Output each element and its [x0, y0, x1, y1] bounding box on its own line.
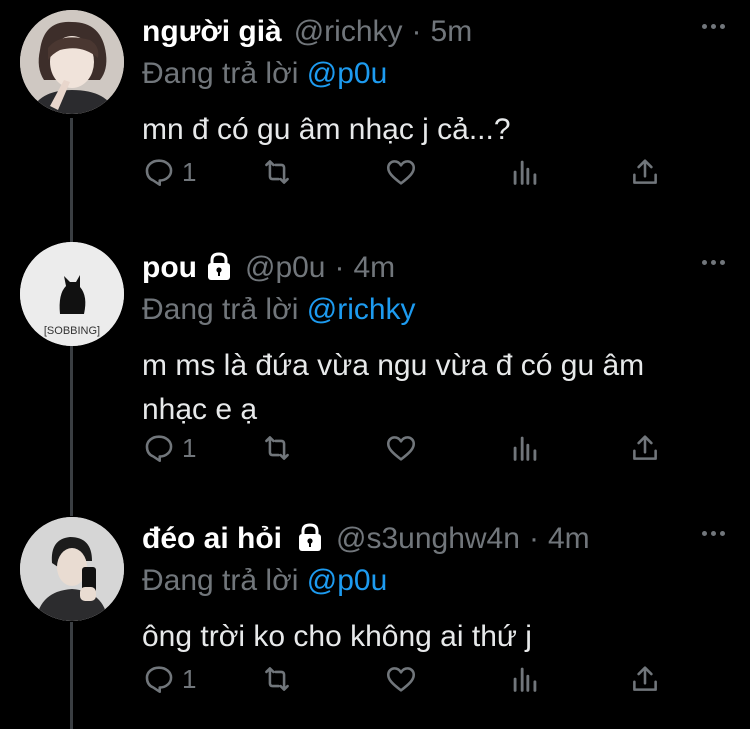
display-name[interactable]: người già	[142, 15, 282, 49]
tweet-text: m ms là đứa vừa ngu vừa đ có gu âm nhạc …	[142, 349, 645, 426]
analytics-button[interactable]	[508, 431, 542, 465]
separator-dot: ·	[411, 15, 422, 48]
timestamp[interactable]: 4m	[548, 522, 590, 556]
reply-prefix: Đang trả lời	[142, 57, 307, 90]
reply-icon	[145, 435, 173, 463]
share-button[interactable]	[628, 662, 662, 696]
like-button[interactable]	[384, 431, 418, 465]
display-name[interactable]: đéo ai hỏi	[142, 522, 282, 556]
separator-dot: ·	[528, 522, 539, 555]
separator-dot: ·	[334, 251, 345, 284]
tweet[interactable]: đéo ai hỏi @s3unghw4n · 4m Đang trả lời …	[0, 515, 750, 729]
reply-count: 1	[182, 156, 197, 187]
more-icon[interactable]	[696, 16, 730, 36]
tweet-text: mn đ có gu âm nhạc j cả...?	[142, 113, 511, 146]
display-name[interactable]: pou	[142, 251, 197, 285]
reply-context: Đang trả lời @richky	[142, 290, 730, 330]
retweet-icon	[265, 667, 289, 691]
retweet-button[interactable]	[260, 662, 294, 696]
retweet-icon	[265, 160, 289, 184]
mention-link[interactable]: @p0u	[307, 57, 388, 90]
user-handle[interactable]: @richky	[294, 15, 403, 49]
lock-icon	[205, 251, 233, 281]
reply-button[interactable]: 1	[142, 155, 196, 189]
tweet-header: người già @richky · 5m	[142, 12, 730, 52]
tweet-text: ông trời ko cho không ai thứ j	[142, 620, 532, 653]
share-icon	[633, 159, 657, 184]
avatar[interactable]: [SOBBING]	[20, 242, 124, 346]
analytics-button[interactable]	[508, 662, 542, 696]
lock-icon	[296, 522, 324, 552]
retweet-button[interactable]	[260, 155, 294, 189]
avatar[interactable]	[20, 10, 124, 114]
share-button[interactable]	[628, 431, 662, 465]
retweet-icon	[265, 436, 289, 460]
timestamp[interactable]: 4m	[354, 251, 396, 285]
like-icon	[386, 436, 416, 461]
tweet-header: pou @p0u · 4m	[142, 248, 730, 288]
reply-context: Đang trả lời @p0u	[142, 561, 730, 601]
user-handle[interactable]: @s3unghw4n	[336, 522, 520, 556]
timestamp[interactable]: 5m	[431, 15, 473, 49]
reply-prefix: Đang trả lời	[142, 564, 307, 597]
mention-link[interactable]: @p0u	[307, 564, 388, 597]
share-icon	[633, 435, 657, 460]
share-icon	[633, 666, 657, 691]
retweet-button[interactable]	[260, 431, 294, 465]
reply-count: 1	[182, 432, 197, 463]
user-handle[interactable]: @p0u	[245, 251, 326, 285]
reply-context: Đang trả lời @p0u	[142, 54, 730, 94]
analytics-button[interactable]	[508, 155, 542, 189]
avatar[interactable]	[20, 517, 124, 621]
more-icon[interactable]	[696, 523, 730, 543]
reply-icon	[145, 666, 173, 694]
reply-icon	[145, 159, 173, 187]
avatar-caption: [SOBBING]	[44, 325, 100, 337]
tweet[interactable]: [SOBBING] pou @p0u · 4m Đang trả lời @ri…	[0, 240, 750, 515]
more-icon[interactable]	[696, 252, 730, 272]
tweet[interactable]: người già @richky · 5m Đang trả lời @p0u…	[0, 0, 750, 240]
reply-button[interactable]: 1	[142, 662, 196, 696]
tweet-header: đéo ai hỏi @s3unghw4n · 4m	[142, 519, 730, 559]
share-button[interactable]	[628, 155, 662, 189]
reply-prefix: Đang trả lời	[142, 293, 307, 326]
like-button[interactable]	[384, 662, 418, 696]
mention-link[interactable]: @richky	[307, 293, 416, 326]
like-icon	[386, 160, 416, 185]
analytics-icon	[513, 436, 537, 461]
reply-button[interactable]: 1	[142, 431, 196, 465]
analytics-icon	[513, 160, 537, 185]
analytics-icon	[513, 667, 537, 692]
like-button[interactable]	[384, 155, 418, 189]
like-icon	[386, 667, 416, 692]
reply-count: 1	[182, 663, 197, 694]
